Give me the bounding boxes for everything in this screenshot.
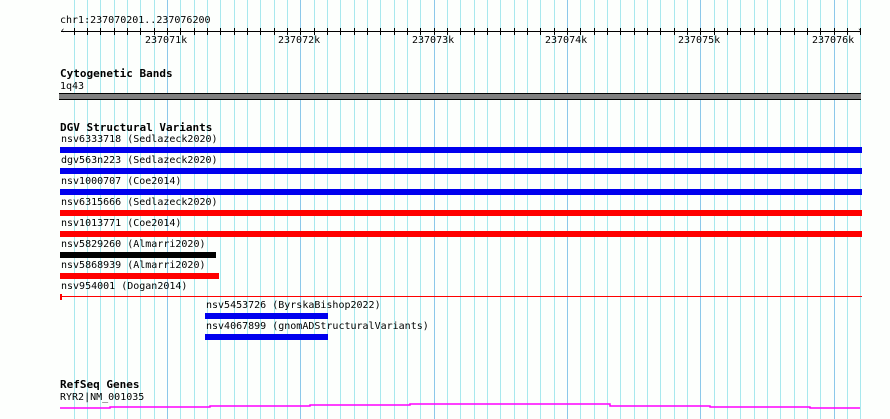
gene-line[interactable]	[0, 0, 890, 419]
